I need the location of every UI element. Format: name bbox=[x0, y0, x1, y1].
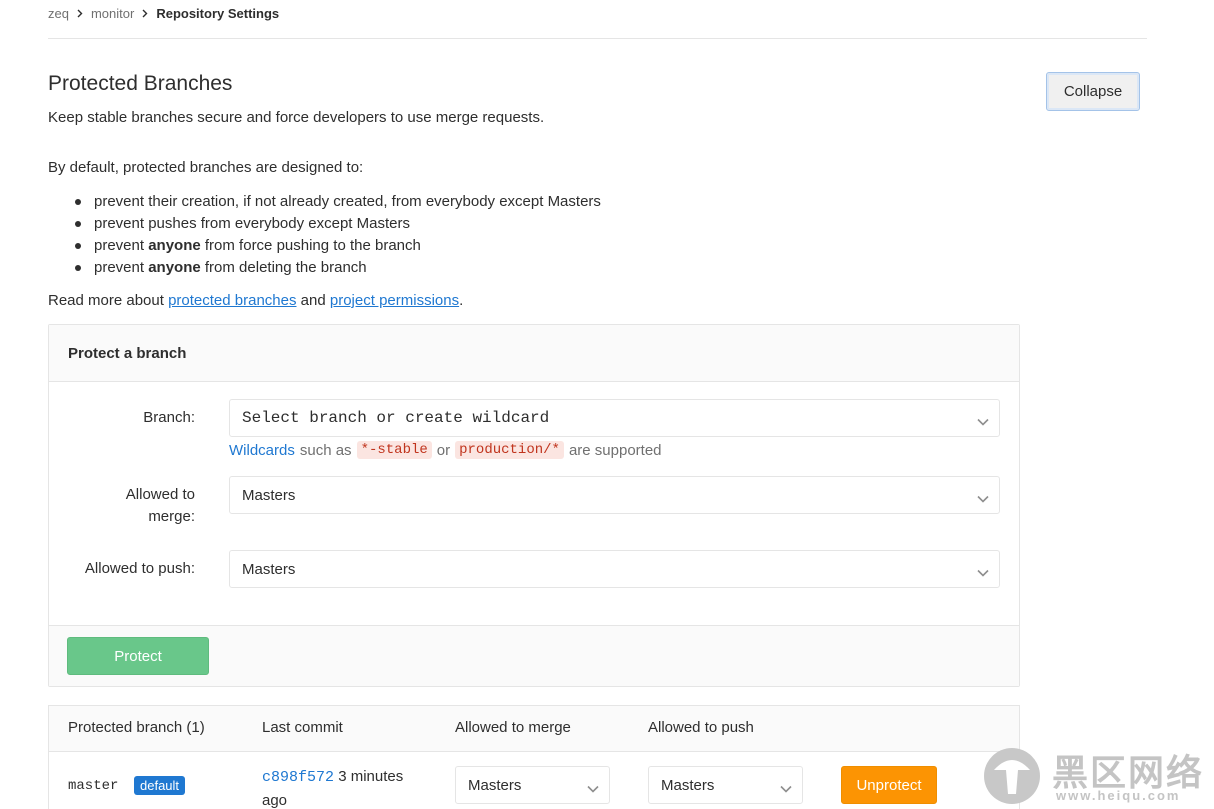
unprotect-button[interactable]: Unprotect bbox=[841, 766, 937, 804]
chevron-down-icon bbox=[977, 490, 989, 507]
panel-title: Protect a branch bbox=[49, 325, 1019, 382]
column-header: Allowed to push bbox=[648, 719, 754, 736]
protect-button[interactable]: Protect bbox=[67, 637, 209, 675]
push-access-select[interactable]: Masters bbox=[229, 550, 1000, 588]
last-commit: c898f572 3 minutes ago bbox=[262, 765, 432, 809]
collapse-button[interactable]: Collapse bbox=[1046, 72, 1140, 111]
watermark-url: www.heiqu.com bbox=[1056, 788, 1181, 803]
bullet-icon bbox=[75, 265, 81, 271]
chevron-down-icon bbox=[977, 413, 989, 430]
bullet-icon bbox=[75, 199, 81, 205]
chevron-right-icon bbox=[77, 9, 83, 18]
bullet-icon bbox=[75, 221, 81, 227]
breadcrumb-item-monitor[interactable]: monitor bbox=[91, 6, 134, 21]
row-push-access-select[interactable]: Masters bbox=[648, 766, 803, 804]
push-label: Allowed to push: bbox=[84, 560, 195, 577]
code-snippet: *-stable bbox=[356, 441, 432, 459]
wildcard-hint: Wildcards such as *-stable or production… bbox=[229, 441, 662, 459]
section-title: Protected Branches bbox=[48, 72, 233, 95]
chevron-right-icon bbox=[142, 9, 148, 18]
column-header: Allowed to merge bbox=[455, 719, 571, 736]
protected-branches-link[interactable]: protected branches bbox=[168, 292, 296, 309]
table-header: Protected branch (1) Last commit Allowed… bbox=[49, 706, 1019, 752]
wildcards-link[interactable]: Wildcards bbox=[229, 442, 295, 459]
protected-branches-table: Protected branch (1) Last commit Allowed… bbox=[48, 705, 1020, 809]
read-more-text: Read more about protected branches and p… bbox=[48, 292, 464, 309]
breadcrumb-item-zeq[interactable]: zeq bbox=[48, 6, 69, 21]
list-item: prevent their creation, if not already c… bbox=[48, 192, 601, 214]
project-permissions-link[interactable]: project permissions bbox=[330, 292, 459, 309]
chevron-down-icon bbox=[587, 780, 599, 797]
branch-select[interactable]: Select branch or create wildcard bbox=[229, 399, 1000, 437]
list-item: prevent anyone from force pushing to the… bbox=[48, 236, 601, 258]
breadcrumb: zeq monitor Repository Settings bbox=[48, 4, 279, 22]
row-merge-access-select[interactable]: Masters bbox=[455, 766, 610, 804]
chevron-down-icon bbox=[977, 564, 989, 581]
table-row: master default c898f572 3 minutes ago Ma… bbox=[49, 752, 1019, 809]
list-item: prevent anyone from deleting the branch bbox=[48, 258, 601, 280]
branch-label: Branch: bbox=[143, 409, 195, 426]
breadcrumb-current[interactable]: Repository Settings bbox=[156, 6, 279, 21]
default-badge: default bbox=[134, 776, 186, 795]
watermark: 黑区网络 www.heiqu.com bbox=[980, 742, 1210, 806]
divider bbox=[48, 38, 1147, 39]
chevron-down-icon bbox=[780, 780, 792, 797]
protect-branch-panel: Protect a branch Branch: Select branch o… bbox=[48, 324, 1020, 687]
code-snippet: production/* bbox=[455, 441, 564, 459]
bullet-icon bbox=[75, 243, 81, 249]
merge-label: Allowed to merge: bbox=[125, 486, 195, 525]
branch-name[interactable]: master bbox=[68, 778, 118, 794]
commit-sha-link[interactable]: c898f572 bbox=[262, 769, 334, 786]
column-header: Protected branch (1) bbox=[68, 719, 205, 736]
rules-list: prevent their creation, if not already c… bbox=[48, 192, 601, 280]
column-header: Last commit bbox=[262, 719, 343, 736]
merge-access-select[interactable]: Masters bbox=[229, 476, 1000, 514]
section-description: Keep stable branches secure and force de… bbox=[48, 109, 545, 126]
list-item: prevent pushes from everybody except Mas… bbox=[48, 214, 601, 236]
intro-text: By default, protected branches are desig… bbox=[48, 159, 364, 176]
panel-footer: Protect bbox=[49, 625, 1019, 686]
